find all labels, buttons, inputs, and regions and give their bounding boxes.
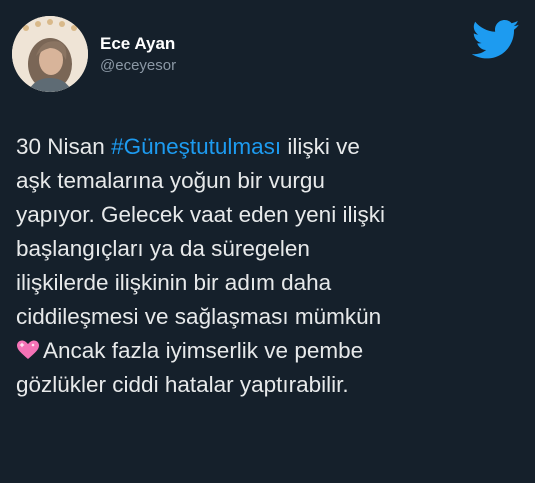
avatar-image bbox=[12, 16, 88, 92]
tweet-line: başlangıçları ya da süregelen bbox=[16, 236, 310, 261]
tweet-line: Ancak fazla iyimserlik ve pembe bbox=[16, 334, 526, 368]
avatar[interactable] bbox=[12, 16, 88, 92]
tweet-line: aşk temalarına yoğun bir vurgu bbox=[16, 168, 325, 193]
tweet-card: Ece Ayan @eceyesor 30 Nisan #Güneştutulm… bbox=[0, 0, 535, 483]
tweet-line-text: Ancak fazla iyimserlik ve pembe bbox=[43, 338, 364, 363]
tweet-line: gözlükler ciddi hatalar yaptırabilir. bbox=[16, 372, 349, 397]
tweet-line: ilişkilerde ilişkinin bir adım daha bbox=[16, 270, 332, 295]
tweet-text: 30 Nisan #Güneştutulması ilişki ve aşk t… bbox=[16, 130, 526, 402]
author-name[interactable]: Ece Ayan bbox=[100, 34, 175, 54]
tweet-line: ciddileşmesi ve sağlaşması mümkün bbox=[16, 304, 382, 329]
tweet-line: 30 Nisan #Güneştutulması ilişki ve bbox=[16, 130, 526, 164]
author-handle[interactable]: @eceyesor bbox=[100, 57, 176, 74]
sparkling-heart-icon bbox=[16, 337, 40, 359]
hashtag-link[interactable]: #Güneştutulması bbox=[111, 134, 281, 159]
tweet-line: yapıyor. Gelecek vaat eden yeni ilişki bbox=[16, 202, 385, 227]
twitter-bird-icon[interactable] bbox=[471, 20, 520, 60]
tweet-line-text: ilişki ve bbox=[287, 134, 360, 159]
tweet-prefix: 30 Nisan bbox=[16, 134, 112, 159]
